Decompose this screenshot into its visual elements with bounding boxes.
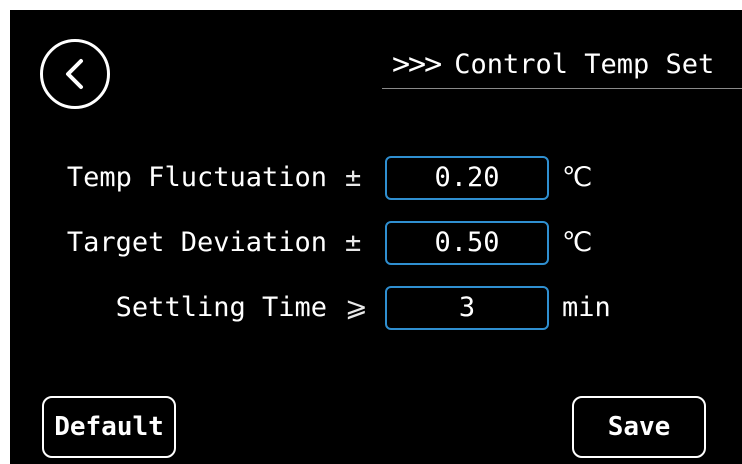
back-button[interactable] [40, 39, 110, 109]
plus-minus-symbol: ± [345, 227, 362, 258]
chevron-left-icon [66, 59, 83, 89]
plus-minus-symbol: ± [345, 162, 362, 193]
target-deviation-label: Target Deviation [66, 227, 327, 258]
temp-fluctuation-unit: ℃ [562, 162, 593, 193]
greater-equal-symbol: ⩾ [345, 292, 368, 323]
settling-time-unit: min [562, 292, 611, 323]
settling-time-label: Settling Time [115, 292, 327, 323]
default-button[interactable]: Default [42, 396, 176, 458]
title-arrows: >>> [392, 46, 442, 82]
temp-fluctuation-row: Temp Fluctuation ± 0.20 ℃ [10, 156, 742, 200]
temp-fluctuation-input[interactable]: 0.20 [385, 156, 549, 200]
settling-time-input[interactable]: 3 [385, 286, 549, 330]
target-deviation-row: Target Deviation ± 0.50 ℃ [10, 221, 742, 265]
temp-fluctuation-label: Temp Fluctuation [66, 162, 327, 193]
page-header: >>> Control Temp Set [382, 40, 742, 89]
control-temp-set-screen: >>> Control Temp Set Temp Fluctuation ± … [10, 10, 742, 464]
target-deviation-input[interactable]: 0.50 [385, 221, 549, 265]
page-title: Control Temp Set [454, 48, 715, 80]
settling-time-row: Settling Time ⩾ 3 min [10, 286, 742, 330]
target-deviation-unit: ℃ [562, 227, 593, 258]
save-button[interactable]: Save [572, 396, 706, 458]
